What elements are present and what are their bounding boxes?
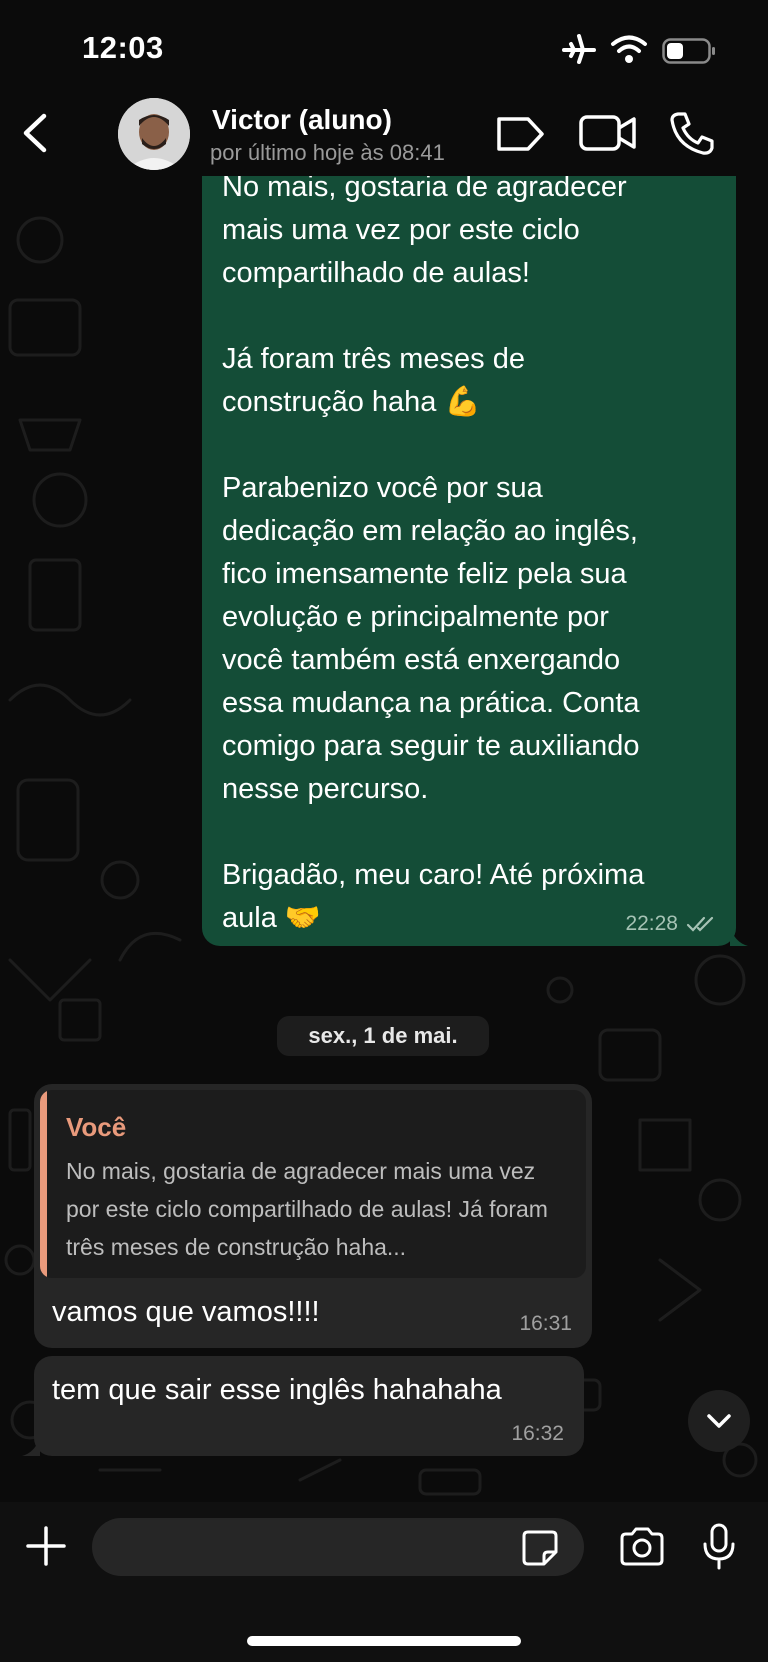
sticker-icon[interactable] <box>520 1528 560 1568</box>
avatar-image <box>118 98 190 170</box>
incoming-message[interactable]: tem que sair esse inglês hahahaha 16:32 <box>22 1356 584 1456</box>
avatar[interactable] <box>118 98 190 170</box>
quote-accent-bar <box>40 1090 47 1278</box>
wifi-icon <box>611 35 647 63</box>
message-time: 16:31 <box>519 1312 572 1335</box>
airplane-icon <box>562 34 596 64</box>
read-receipt-icon <box>686 916 714 932</box>
message-time: 22:28 <box>625 912 678 935</box>
battery-icon <box>662 38 715 64</box>
mic-icon[interactable] <box>700 1522 738 1572</box>
chat-header: Victor (aluno) por último hoje às 08:41 <box>0 90 768 176</box>
message-time: 16:32 <box>511 1422 564 1445</box>
last-seen-status: por último hoje às 08:41 <box>210 140 445 165</box>
quote-author: Você <box>66 1112 127 1142</box>
chevron-down-icon <box>707 1414 731 1428</box>
quote-text: No mais, gostaria de agradecer mais uma … <box>66 1158 548 1260</box>
back-icon[interactable] <box>14 108 58 158</box>
message-text: tem que sair esse inglês hahahaha <box>52 1374 502 1406</box>
scroll-to-bottom-button[interactable] <box>688 1390 750 1452</box>
message-text: No mais, gostaria de agradecer mais uma … <box>222 171 645 934</box>
camera-icon[interactable] <box>618 1526 666 1568</box>
message-composer <box>0 1502 768 1662</box>
message-input[interactable] <box>92 1518 584 1576</box>
message-meta: 22:28 <box>625 912 716 936</box>
message-text: vamos que vamos!!!! <box>52 1296 320 1328</box>
outgoing-message[interactable]: No mais, gostaria de agradecer mais uma … <box>202 150 748 946</box>
plus-icon[interactable] <box>24 1524 68 1568</box>
date-separator: sex., 1 de mai. <box>277 1016 489 1056</box>
quoted-message[interactable]: Você No mais, gostaria de agradecer mais… <box>40 1090 586 1278</box>
status-bar: 12:03 <box>0 0 768 96</box>
contact-name[interactable]: Victor (aluno) <box>212 104 392 136</box>
status-time: 12:03 <box>82 30 164 65</box>
bubble-tail <box>730 926 748 946</box>
bubble-tail <box>22 1436 40 1456</box>
video-icon[interactable] <box>578 112 638 154</box>
phone-icon[interactable] <box>668 110 716 156</box>
label-icon[interactable] <box>494 114 546 154</box>
home-indicator[interactable] <box>247 1636 521 1646</box>
incoming-message[interactable]: Você No mais, gostaria de agradecer mais… <box>34 1084 592 1348</box>
